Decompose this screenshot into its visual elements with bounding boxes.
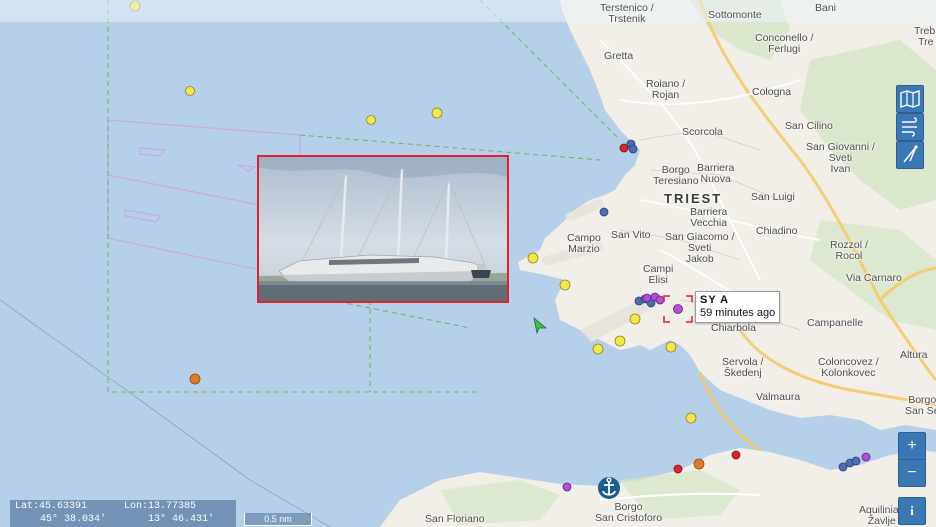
zoom-out-button[interactable]: − (899, 459, 925, 486)
label-bani: Bani (815, 2, 837, 14)
vessel-marker (189, 373, 201, 385)
vessel-marker (614, 335, 626, 347)
label-cologna: Cologna (752, 86, 792, 98)
zoom-control: + − (898, 432, 926, 487)
lat-dms: 45° 38.034' (40, 514, 107, 525)
vessel-marker (731, 450, 741, 460)
lon-dms: 13° 46.431' (148, 514, 215, 525)
vessel-marker (665, 341, 677, 353)
label-chiarbola: Chiarbola (711, 322, 756, 334)
label-san-vito: San Vito (611, 229, 651, 241)
vessel-marker (366, 115, 376, 125)
info-button[interactable]: i (898, 497, 926, 525)
vessel-last-seen: 59 minutes ago (700, 307, 776, 319)
label-campi-elisi: Campi Elisi (643, 263, 674, 286)
label-san-giovanni: San Giovanni / Sveti Ivan (806, 141, 875, 175)
vessel-photo[interactable] (257, 155, 509, 303)
label-sottomonte: Sottomonte (708, 9, 762, 21)
sailing-yacht-image (259, 157, 507, 301)
vessel-marker (673, 464, 683, 474)
label-terstenico: Terstenico / Trstenik (600, 2, 654, 25)
label-conconello: Conconello / Ferlugi (755, 32, 814, 55)
vessel-marker (655, 295, 665, 305)
measure-button[interactable] (896, 141, 924, 169)
wind-icon (902, 117, 917, 137)
vessel-name: SY A (700, 294, 730, 306)
label-servola: Servola / Škedenj (722, 356, 764, 379)
top-band (0, 0, 936, 22)
anchor-icon (598, 477, 620, 499)
map-icon (900, 90, 920, 108)
compass-icon (903, 145, 918, 163)
label-via-carnaro: Via Carnaro (846, 272, 902, 284)
label-roiano: Roiano / Rojan (646, 78, 686, 101)
vessel-marker (851, 456, 861, 466)
zoom-in-button[interactable]: + (899, 433, 925, 459)
label-borgo-teresiano: Borgo Teresiano (653, 164, 699, 187)
map-layers-button[interactable] (896, 85, 924, 113)
label-rozzol: Rozzol / Rocol (830, 239, 868, 262)
vessel-marker (592, 343, 604, 355)
label-barriera-nuova: Barriera Nuova (697, 162, 735, 185)
vessel-marker (559, 279, 571, 291)
vessel-marker (642, 293, 652, 303)
vessel-tooltip: SY A 59 minutes ago (695, 291, 781, 323)
vessel-marker (562, 482, 572, 492)
label-trebiciano: Trebi Tre (914, 25, 936, 48)
label-san-floriano: San Floriano (425, 513, 485, 525)
label-san-giacomo: San Giacomo / Sveti Jakob (665, 231, 735, 265)
info-icon: i (910, 503, 914, 518)
vessel-marker (629, 313, 641, 325)
label-gretta: Gretta (604, 50, 634, 62)
label-campanelle: Campanelle (807, 317, 864, 329)
lon-decimal: Lon:13.77385 (124, 501, 197, 512)
vessel-marker-selected (673, 304, 683, 314)
vessel-marker (431, 107, 443, 119)
wind-layer-button[interactable] (896, 113, 924, 141)
label-san-luigi: San Luigi (751, 191, 795, 203)
vessel-marker (185, 86, 195, 96)
label-altura: Altura (900, 349, 928, 361)
label-san-cilino: San Cilino (785, 120, 833, 132)
label-chiadino: Chiadino (756, 225, 798, 237)
lat-decimal: Lat:45.63391 (15, 501, 88, 512)
vessel-marker (527, 252, 539, 264)
vessel-marker (628, 144, 638, 154)
label-city-triest: TRIEST (664, 191, 723, 206)
label-borgo-san-sergio: BorgoSan Se (905, 394, 936, 417)
label-coloncovez: Coloncovez / Kolonkovec (818, 356, 879, 379)
label-valmaura: Valmaura (756, 391, 801, 403)
label-campo-marzio: Campo Marzio (567, 232, 601, 255)
scale-bar: 0.5 nm (244, 513, 312, 526)
label-borgo-san-cristoforo: Borgo San Cristoforo (595, 501, 663, 524)
vessel-marker (685, 412, 697, 424)
label-scorcola: Scorcola (682, 126, 723, 138)
vessel-marker (861, 452, 871, 462)
coordinates-readout: Lat:45.63391 Lon:13.77385 45° 38.034' 13… (10, 500, 236, 527)
label-barriera-vecchia: Barriera Vecchia (690, 206, 728, 229)
vessel-marker (693, 458, 705, 470)
vessel-marker (599, 207, 609, 217)
